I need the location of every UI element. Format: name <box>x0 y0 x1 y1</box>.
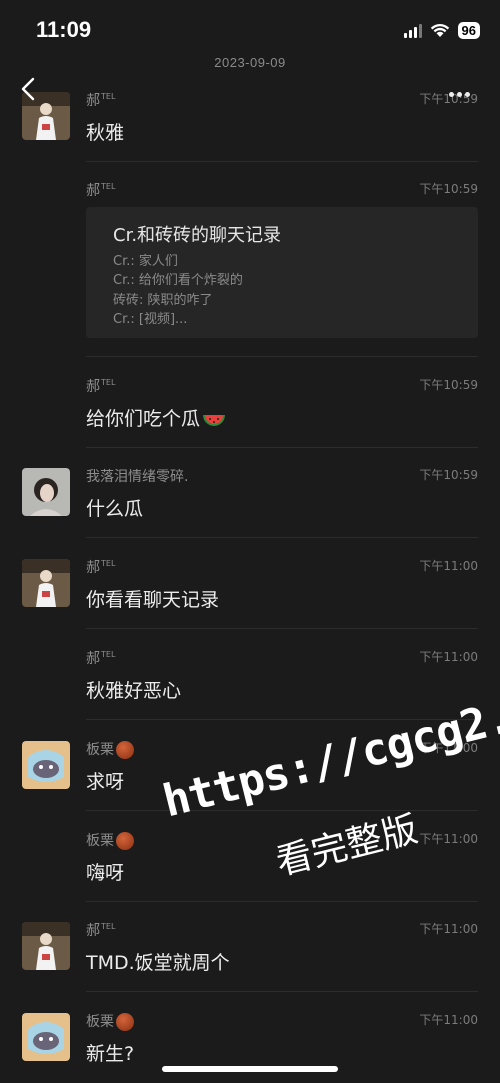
divider <box>86 991 478 992</box>
watermelon-emoji-icon <box>203 414 226 426</box>
message-time: 下午10:59 <box>419 182 478 196</box>
sender-name: 郝TEL <box>86 650 116 667</box>
message-time: 下午11:00 <box>419 832 478 846</box>
date-header: 2023-09-09 <box>0 52 500 76</box>
watermark-subtitle: 看完整版 <box>272 808 422 884</box>
divider <box>86 161 478 162</box>
chestnut-emoji-icon <box>116 1013 134 1031</box>
sender-name: 我落泪情绪零碎. <box>86 469 189 485</box>
sender-name: 郝TEL <box>86 559 116 576</box>
avatar[interactable] <box>22 468 70 516</box>
message-text[interactable]: 你看看聊天记录 <box>86 585 219 612</box>
avatar[interactable] <box>22 741 70 789</box>
sender-name: 郝TEL <box>86 92 116 109</box>
sender-name: 郝TEL <box>86 922 116 939</box>
message-time: 下午11:00 <box>419 650 478 664</box>
battery-icon: 96 <box>457 21 480 39</box>
back-arrow-icon <box>21 77 35 101</box>
message-text[interactable]: TMD.饭堂就周个 <box>86 948 230 975</box>
sender-name: 板栗 <box>86 1011 134 1031</box>
chat-record-line: Cr.: 家人们 <box>113 254 178 269</box>
divider <box>86 447 478 448</box>
avatar[interactable] <box>22 1013 70 1061</box>
message-time: 下午11:00 <box>419 922 478 936</box>
message-time: 下午11:00 <box>419 559 478 573</box>
divider <box>86 901 478 902</box>
wifi-icon <box>430 23 449 37</box>
chat-record-title: Cr.和砖砖的聊天记录 <box>113 225 282 246</box>
divider <box>86 356 478 357</box>
watermark-url: https://cgcg2.co <box>158 679 500 828</box>
chestnut-emoji-icon <box>116 741 134 759</box>
chestnut-emoji-icon <box>116 832 134 850</box>
message-time: 下午10:59 <box>419 468 478 482</box>
message-text[interactable]: 给你们吃个瓜 <box>86 404 226 431</box>
more-icon <box>449 92 454 97</box>
avatar[interactable] <box>22 559 70 607</box>
chat-record-card[interactable]: Cr.和砖砖的聊天记录 Cr.: 家人们 Cr.: 给你们看个炸裂的 砖砖: 陕… <box>86 207 478 338</box>
message-text[interactable]: 什么瓜 <box>86 494 143 521</box>
more-button[interactable] <box>449 82 475 97</box>
sender-name: 郝TEL <box>86 378 116 395</box>
message-text[interactable]: 嗨呀 <box>86 858 124 885</box>
chat-record-line: 砖砖: 陕职的咋了 <box>113 293 213 308</box>
date-text: 2023-09-09 <box>214 55 286 70</box>
message-time: 下午10:59 <box>419 378 478 392</box>
avatar[interactable] <box>22 922 70 970</box>
divider <box>86 810 478 811</box>
sender-name: 郝TEL <box>86 182 116 199</box>
chat-record-line: Cr.: [视频]... <box>113 312 188 327</box>
message-text[interactable]: 求呀 <box>86 767 124 794</box>
message-time: 下午11:00 <box>419 1013 478 1027</box>
status-icons: 96 <box>403 20 480 40</box>
home-indicator[interactable] <box>162 1066 338 1072</box>
signal-icon <box>403 23 422 38</box>
sender-name: 板栗 <box>86 830 134 850</box>
divider <box>86 537 478 538</box>
message-text[interactable]: 新生? <box>86 1039 134 1066</box>
sender-name: 板栗 <box>86 739 134 759</box>
divider <box>86 628 478 629</box>
chat-record-line: Cr.: 给你们看个炸裂的 <box>113 273 243 288</box>
status-time: 11:09 <box>36 17 92 42</box>
back-button[interactable] <box>18 76 40 102</box>
message-text[interactable]: 秋雅好恶心 <box>86 676 181 703</box>
message-text[interactable]: 秋雅 <box>86 118 124 145</box>
